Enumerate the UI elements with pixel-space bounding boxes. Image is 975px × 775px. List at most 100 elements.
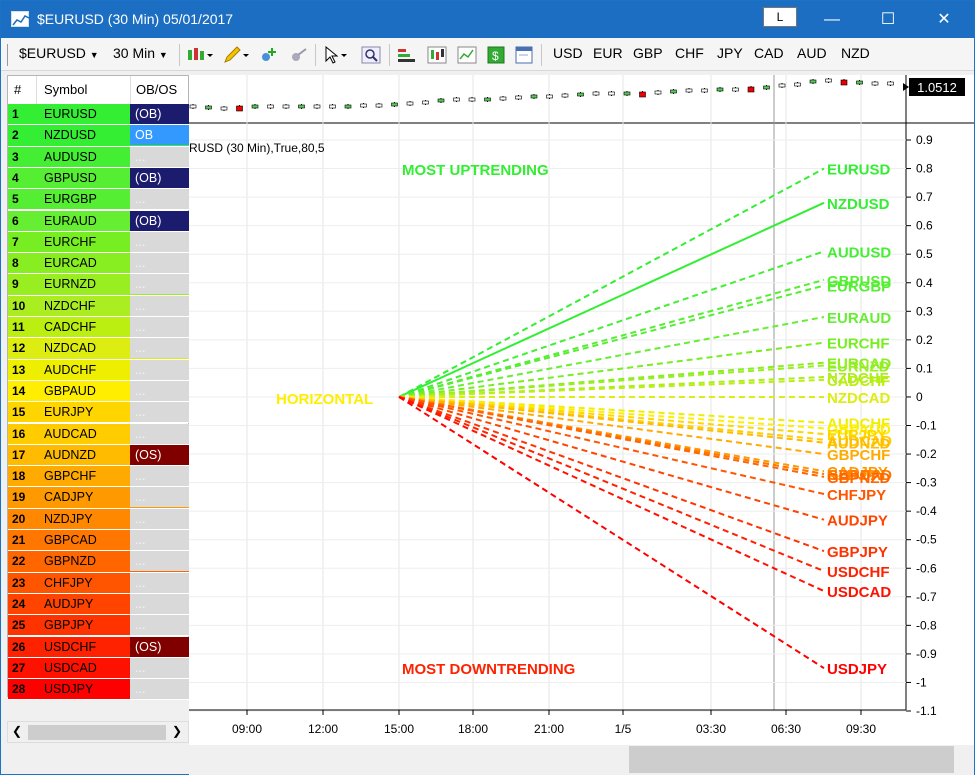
table-row[interactable]: 17 AUDNZD (OS) (8, 444, 189, 467)
column-header-rank[interactable]: # (14, 76, 21, 104)
price-bar (654, 90, 662, 95)
row-symbol: EURAUD (44, 213, 97, 228)
row-rank: 4 (12, 170, 19, 185)
price-bar (391, 102, 398, 107)
price-bar (530, 94, 538, 99)
toolbar: $EURUSD ▼ 30 Min ▼ $ USD EUR GBP CHF JPY… (1, 38, 974, 71)
currency-chf-button[interactable]: CHF (675, 45, 704, 61)
series-label-euraud: EURAUD (827, 310, 891, 327)
timeframe-selector[interactable]: 30 Min ▼ (113, 45, 168, 61)
table-row[interactable]: 15 EURJPY... (8, 402, 189, 424)
table-row[interactable]: 1 EURUSD (OB) (8, 104, 189, 126)
price-bar (546, 94, 553, 99)
table-row[interactable]: 8 EURCAD... (8, 253, 189, 275)
currency-jpy-button[interactable]: JPY (717, 45, 743, 61)
y-tick-label: -0.3 (916, 476, 937, 490)
currency-usd-button[interactable]: USD (553, 45, 583, 61)
currency-aud-button[interactable]: AUD (797, 45, 827, 61)
price-bar (313, 104, 321, 109)
layout-button[interactable]: L (763, 7, 797, 27)
row-obos-status: (OB) (130, 167, 189, 188)
table-row[interactable]: 11 CADCHF... (8, 317, 189, 339)
table-row[interactable]: 14 GBPAUD... (8, 380, 189, 403)
row-obos-status: ... (130, 530, 189, 550)
row-obos-status: ... (130, 679, 189, 700)
table-row[interactable]: 10 NZDCHF... (8, 295, 189, 317)
scrollbar-thumb[interactable] (28, 725, 166, 740)
remove-pin-icon[interactable] (289, 46, 309, 64)
scroll-left-icon[interactable]: ❮ (12, 724, 22, 738)
toolbar-separator (315, 44, 316, 66)
table-row[interactable]: 23 CHFJPY... (8, 572, 189, 594)
table-row[interactable]: 5 EURGBP... (8, 189, 189, 211)
table-row[interactable]: 18 GBPCHF... (8, 466, 189, 488)
chart-area[interactable]: 0.9 0.8 0.7 0.6 0.5 0.4 0.3 0.2 0.1 0 -0.1 -0.2 -0.3… (189, 75, 974, 745)
table-row[interactable]: 27 USDCAD... (8, 657, 189, 680)
scrollbar-thumb[interactable] (629, 746, 954, 773)
column-header-symbol[interactable]: Symbol (44, 76, 87, 104)
table-row[interactable]: 19 CADJPY... (8, 487, 189, 509)
table-row[interactable]: 25 GBPJPY... (8, 615, 189, 637)
row-obos-status: ... (130, 189, 189, 210)
minimize-icon[interactable]: — (809, 1, 855, 38)
table-row[interactable]: 6 EURAUD (OB) (8, 210, 189, 232)
pencil-draw-icon[interactable] (223, 46, 249, 64)
table-row[interactable]: 21 GBPCAD... (8, 530, 189, 552)
table-row[interactable]: 16 AUDCAD... (8, 423, 189, 445)
y-tick-label: -0.4 (916, 504, 937, 518)
close-icon[interactable]: ✕ (921, 1, 967, 38)
svg-text:$: $ (492, 49, 499, 63)
line-chart-icon[interactable] (457, 46, 477, 64)
row-obos-status: ... (130, 423, 189, 444)
series-label-usdcad: USDCAD (827, 584, 891, 601)
table-row[interactable]: 13 AUDCHF... (8, 359, 189, 381)
dollar-icon[interactable]: $ (487, 46, 507, 64)
table-row[interactable]: 12 NZDCAD... (8, 338, 189, 360)
candlestick-icon[interactable] (187, 46, 213, 64)
price-bar (639, 91, 646, 98)
currency-cad-button[interactable]: CAD (754, 45, 784, 61)
column-header-obos[interactable]: OB/OS (136, 76, 177, 104)
toolbar-separator (179, 44, 180, 66)
table-row[interactable]: 4 GBPUSD (OB) (8, 167, 189, 190)
table-row[interactable]: 2 NZDUSD OB (8, 125, 189, 147)
row-symbol: AUDCHF (44, 362, 97, 377)
table-horizontal-scrollbar[interactable]: ❮ ❯ (7, 721, 189, 743)
row-rank: 25 (12, 618, 26, 633)
currency-gbp-button[interactable]: GBP (633, 45, 663, 61)
bars-compare-icon[interactable] (397, 46, 417, 64)
candle-chart-icon[interactable] (427, 46, 447, 64)
table-row[interactable]: 7 EURCHF... (8, 231, 189, 254)
currency-nzd-button[interactable]: NZD (841, 45, 870, 61)
title-bar: $EURUSD (30 Min) 05/01/2017 L — ☐ ✕ (1, 1, 974, 38)
maximize-icon[interactable]: ☐ (865, 1, 911, 38)
y-tick-label: -0.2 (916, 447, 937, 461)
table-row[interactable]: 22 GBPNZD... (8, 551, 189, 573)
series-label-nzdcad: NZDCAD (827, 390, 890, 407)
table-row[interactable]: 3 AUDUSD... (8, 146, 189, 168)
zoom-icon[interactable] (361, 46, 381, 64)
x-tick-label: 15:00 (384, 722, 414, 736)
add-pin-icon[interactable] (259, 46, 279, 64)
row-obos-status: ... (130, 551, 189, 572)
window-layout-icon[interactable] (515, 46, 535, 64)
scroll-right-icon[interactable]: ❯ (172, 724, 182, 738)
row-rank: 6 (12, 213, 19, 228)
table-row[interactable]: 24 AUDJPY... (8, 593, 189, 616)
chart-horizontal-scrollbar[interactable] (189, 745, 974, 775)
symbol-selector[interactable]: $EURUSD ▼ (19, 45, 99, 61)
y-tick-label: -0.7 (916, 590, 937, 604)
table-row[interactable]: 26 USDCHF (OS) (8, 636, 189, 658)
row-rank: 5 (12, 192, 19, 207)
price-bar (577, 92, 584, 97)
table-row[interactable]: 9 EURNZD... (8, 274, 189, 296)
table-row[interactable]: 20 NZDJPY... (8, 508, 189, 530)
row-rank: 26 (12, 639, 26, 654)
table-row[interactable]: 28 USDJPY... (8, 679, 189, 701)
x-tick-label: 09:00 (232, 722, 262, 736)
cursor-icon[interactable] (323, 45, 347, 64)
row-rank: 7 (12, 234, 19, 249)
series-label-chfjpy: CHFJPY (827, 487, 886, 504)
currency-eur-button[interactable]: EUR (593, 45, 623, 61)
y-tick-label: -0.8 (916, 618, 937, 632)
